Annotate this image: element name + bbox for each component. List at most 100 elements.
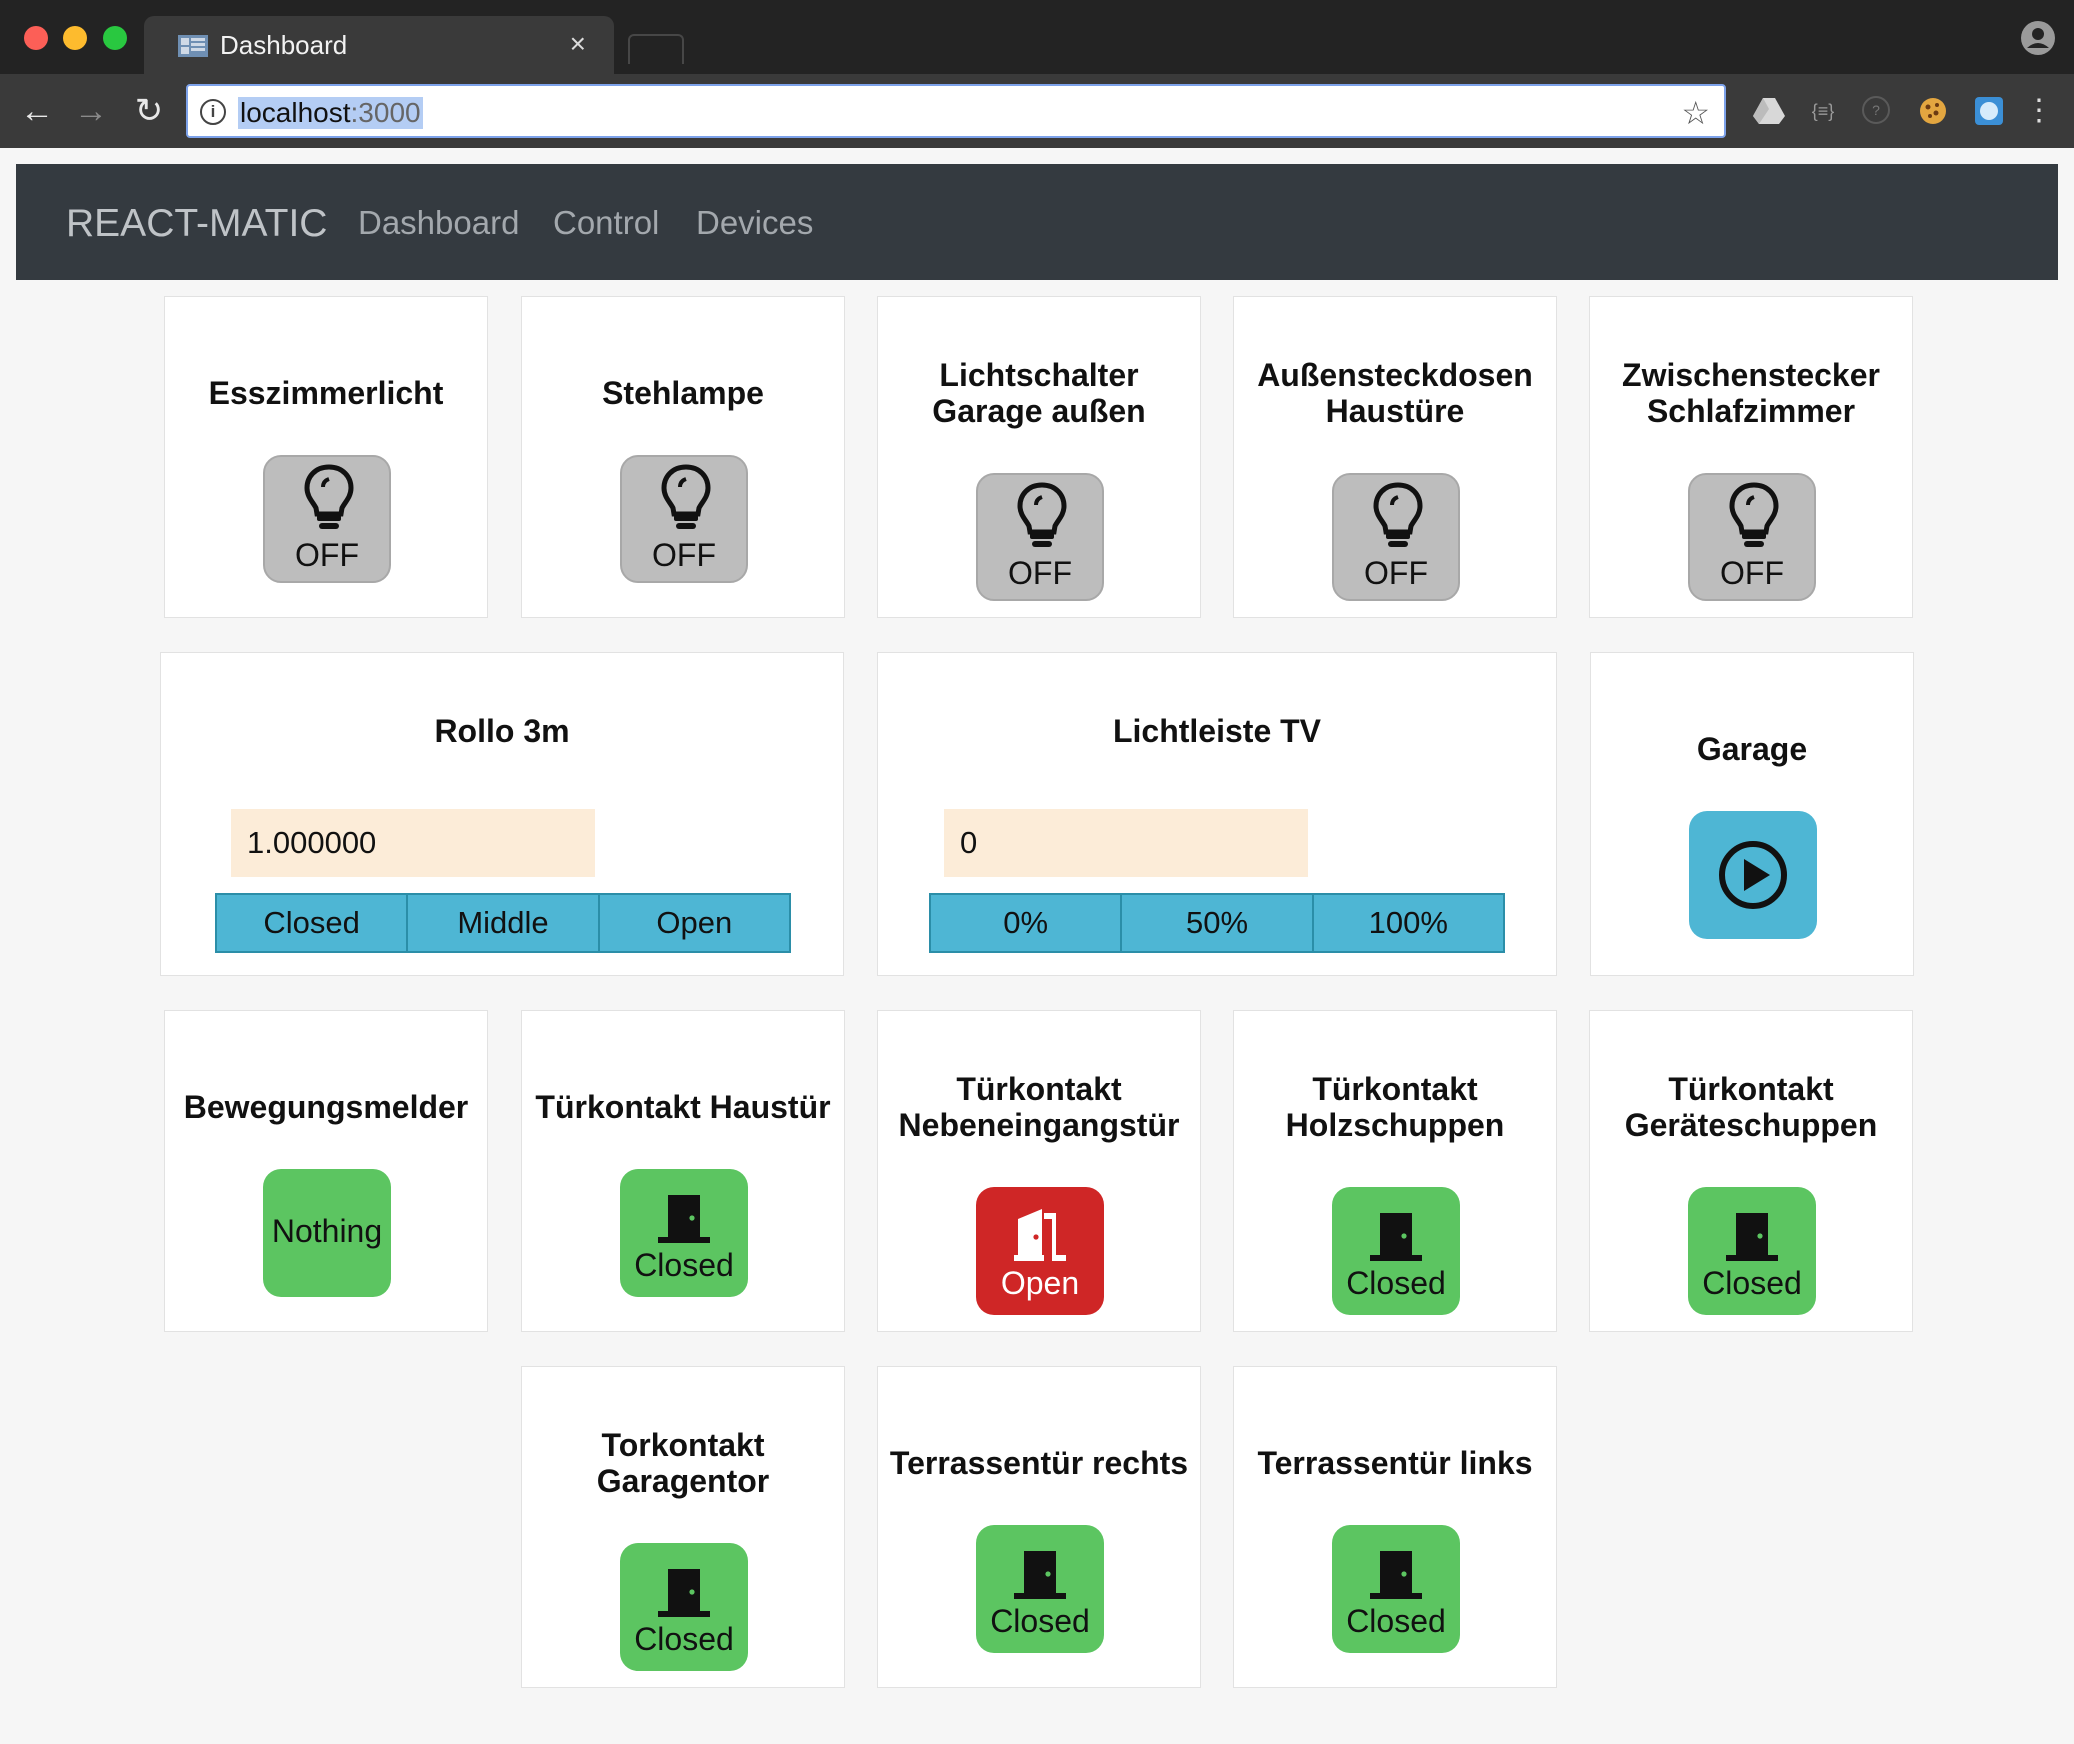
dimmer-level-value: 0 <box>944 809 1308 877</box>
device-name: Esszimmerlicht <box>208 375 444 411</box>
door-sensor-status: Closed <box>1688 1187 1816 1315</box>
door-closed-icon <box>658 1195 710 1243</box>
door-closed-icon <box>1370 1551 1422 1599</box>
new-tab-button[interactable] <box>628 34 684 64</box>
device-name: Terrassentür links <box>1257 1445 1533 1481</box>
sensor-state: Closed <box>990 1603 1090 1639</box>
dimmer-50-button[interactable]: 50% <box>1120 895 1312 951</box>
tab-close-icon[interactable]: × <box>570 28 586 60</box>
device-name: Bewegungsmelder <box>183 1089 469 1125</box>
switch-card: Esszimmerlicht OFF <box>164 296 488 618</box>
app-brand[interactable]: REACT-MATIC <box>66 202 327 246</box>
light-bulb-icon <box>661 464 711 529</box>
switch-card: Lichtschalter Garage außen OFF <box>877 296 1201 618</box>
switch-state: OFF <box>1364 555 1428 591</box>
dimmer-100-button[interactable]: 100% <box>1311 895 1503 951</box>
close-window-button[interactable] <box>24 26 48 50</box>
dashboard-favicon-icon <box>178 35 208 57</box>
app-navbar: REACT-MATIC Dashboard Control Devices <box>16 164 2058 280</box>
sensor-card: Türkontakt Haustür Closed <box>521 1010 845 1332</box>
tab-title: Dashboard <box>220 30 348 60</box>
light-bulb-icon <box>304 464 354 529</box>
light-toggle-button[interactable]: OFF <box>620 455 748 583</box>
info-icon[interactable]: i <box>200 99 226 125</box>
device-name: Garage <box>1696 731 1808 767</box>
device-name: Türkontakt Nebeneingangstür <box>898 1071 1180 1143</box>
sensor-state: Nothing <box>271 1213 383 1249</box>
help-extension-icon[interactable]: ? <box>1862 96 1890 124</box>
address-bar[interactable]: i localhost:3000 ☆ <box>186 84 1726 138</box>
blind-card: Rollo 3m 1.000000 Closed Middle Open <box>160 652 844 976</box>
device-name: Lichtschalter Garage außen <box>932 357 1146 429</box>
nav-devices[interactable]: Devices <box>696 204 813 242</box>
door-open-icon <box>1014 1209 1066 1261</box>
sensor-state: Open <box>1000 1265 1080 1301</box>
dimmer-0-button[interactable]: 0% <box>931 895 1121 951</box>
door-sensor-status: Closed <box>620 1543 748 1671</box>
motion-sensor-status: Nothing <box>263 1169 391 1297</box>
blind-middle-button[interactable]: Middle <box>406 895 598 951</box>
garage-card: Garage <box>1590 652 1914 976</box>
light-toggle-button[interactable]: OFF <box>976 473 1104 601</box>
sensor-card: Torkontakt Garagentor Closed <box>521 1366 845 1688</box>
door-closed-icon <box>1370 1213 1422 1261</box>
door-closed-icon <box>1014 1551 1066 1599</box>
device-name: Türkontakt Geräteschuppen <box>1624 1071 1878 1143</box>
sensor-state: Closed <box>634 1247 734 1283</box>
device-name: Stehlampe <box>602 375 764 411</box>
cookie-extension-icon[interactable] <box>1918 96 1948 126</box>
door-sensor-status: Closed <box>1332 1525 1460 1653</box>
minimize-window-button[interactable] <box>63 26 87 50</box>
globe-extension-icon[interactable] <box>1974 96 2004 126</box>
device-name: Türkontakt Holzschuppen <box>1285 1071 1505 1143</box>
door-closed-icon <box>1726 1213 1778 1261</box>
forward-arrow-icon[interactable]: → <box>72 92 110 130</box>
switch-card: Stehlampe OFF <box>521 296 845 618</box>
light-toggle-button[interactable]: OFF <box>1688 473 1816 601</box>
browser-toolbar: ← → ↻ i localhost:3000 ☆ {≡} ? ⋮ <box>0 74 2074 148</box>
blind-open-button[interactable]: Open <box>597 895 789 951</box>
back-arrow-icon[interactable]: ← <box>18 92 56 130</box>
browser-menu-icon[interactable]: ⋮ <box>2024 96 2054 126</box>
sensor-card: Terrassentür rechts Closed <box>877 1366 1201 1688</box>
light-toggle-button[interactable]: OFF <box>1332 473 1460 601</box>
device-name: Türkontakt Haustür <box>535 1089 831 1125</box>
door-sensor-status: Closed <box>620 1169 748 1297</box>
door-closed-icon <box>658 1569 710 1617</box>
sensor-state: Closed <box>634 1621 734 1657</box>
play-circle-icon <box>1719 841 1787 909</box>
switch-state: OFF <box>652 537 716 573</box>
switch-card: Zwischenstecker Schlafzimmer OFF <box>1589 296 1913 618</box>
nav-dashboard[interactable]: Dashboard <box>358 204 519 242</box>
nav-control[interactable]: Control <box>553 204 659 242</box>
sensor-card: Bewegungsmelder Nothing <box>164 1010 488 1332</box>
door-sensor-status: Open <box>976 1187 1104 1315</box>
switch-state: OFF <box>1720 555 1784 591</box>
device-name: Lichtleiste TV <box>1112 713 1322 749</box>
light-toggle-button[interactable]: OFF <box>263 455 391 583</box>
browser-titlebar: Dashboard × <box>0 0 2074 74</box>
sensor-card: Türkontakt Nebeneingangstür Open <box>877 1010 1201 1332</box>
switch-card: Außensteckdosen Haustüre OFF <box>1233 296 1557 618</box>
dimmer-button-group: 0% 50% 100% <box>929 893 1505 953</box>
json-extension-icon[interactable]: {≡} <box>1806 96 1840 126</box>
reload-icon[interactable]: ↻ <box>130 92 168 130</box>
browser-tab[interactable]: Dashboard × <box>144 16 614 74</box>
profile-icon[interactable] <box>2020 20 2056 56</box>
blind-level-value: 1.000000 <box>231 809 595 877</box>
sensor-card: Türkontakt Geräteschuppen Closed <box>1589 1010 1913 1332</box>
maximize-window-button[interactable] <box>103 26 127 50</box>
door-sensor-status: Closed <box>976 1525 1104 1653</box>
dimmer-card: Lichtleiste TV 0 0% 50% 100% <box>877 652 1557 976</box>
blind-closed-button[interactable]: Closed <box>217 895 407 951</box>
drive-extension-icon[interactable] <box>1752 96 1786 126</box>
sensor-state: Closed <box>1346 1265 1446 1301</box>
light-bulb-icon <box>1017 482 1067 547</box>
device-name: Zwischenstecker Schlafzimmer <box>1622 357 1880 429</box>
light-bulb-icon <box>1373 482 1423 547</box>
bookmark-star-icon[interactable]: ☆ <box>1681 94 1710 132</box>
garage-trigger-button[interactable] <box>1689 811 1817 939</box>
url-text[interactable]: localhost:3000 <box>238 97 423 129</box>
device-name: Terrassentür rechts <box>889 1445 1189 1481</box>
switch-state: OFF <box>1008 555 1072 591</box>
